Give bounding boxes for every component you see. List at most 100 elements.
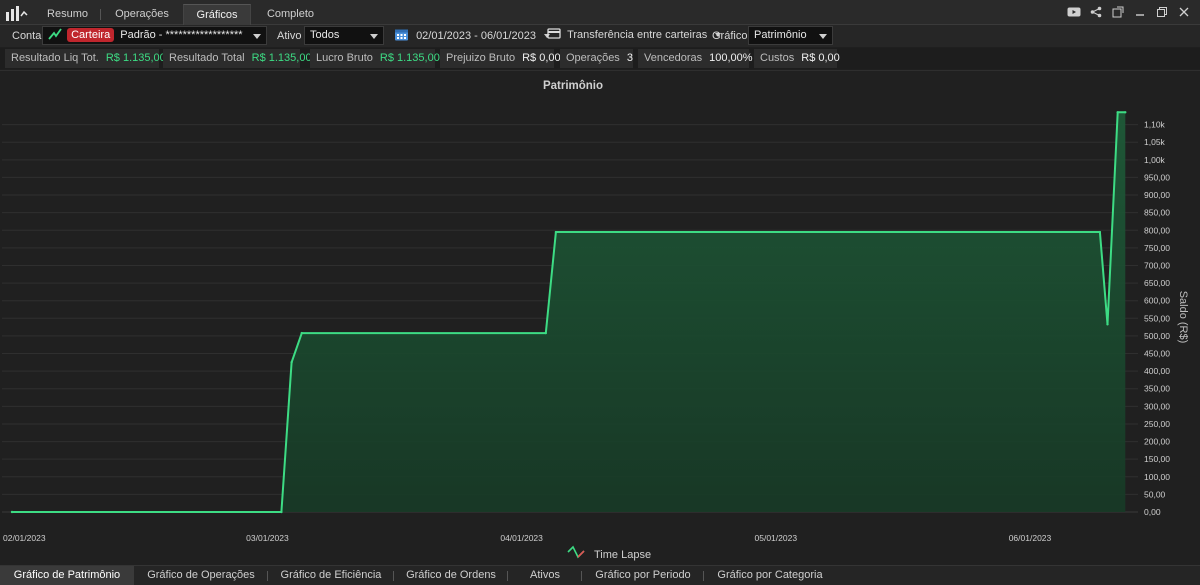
y-tick-label: 450,00 xyxy=(1144,349,1170,359)
stat-resultado-total: Resultado Total R$ 1.135,00 xyxy=(163,49,312,68)
popout-icon[interactable] xyxy=(1108,3,1128,21)
stat-label: Resultado Liq Tot. xyxy=(11,52,99,64)
x-tick-label: 04/01/2023 xyxy=(500,533,543,543)
legend-line-accent-icon xyxy=(577,550,585,558)
restore-icon[interactable] xyxy=(1152,3,1172,21)
y-tick-label: 0,00 xyxy=(1144,507,1161,517)
legend-line-icon xyxy=(567,545,585,559)
filter-toolbar: Conta Carteira Padrão - ****************… xyxy=(0,25,1200,47)
x-tick-label: 03/01/2023 xyxy=(246,533,289,543)
tab-grafico-eficiencia[interactable]: Gráfico de Eficiência xyxy=(268,566,394,585)
share-icon[interactable] xyxy=(1086,3,1106,21)
tab-grafico-periodo[interactable]: Gráfico por Periodo xyxy=(582,566,704,585)
summary-stats: Resultado Liq Tot. R$ 1.135,00 Resultado … xyxy=(0,48,1200,69)
transfer-button[interactable]: Transferência entre carteiras xyxy=(547,27,722,44)
date-range-picker[interactable]: 02/01/2023 - 06/01/2023 xyxy=(394,27,551,44)
data-point xyxy=(1106,323,1109,326)
chart-legend[interactable]: Time Lapse xyxy=(567,545,651,561)
date-range-value: 02/01/2023 - 06/01/2023 xyxy=(416,30,536,42)
y-tick-label: 50,00 xyxy=(1144,489,1166,499)
y-tick-label: 1,10k xyxy=(1144,120,1166,130)
stat-lucro-bruto: Lucro Bruto R$ 1.135,00 xyxy=(310,49,440,68)
x-tick-label: 02/01/2023 xyxy=(3,533,46,543)
tab-grafico-operacoes[interactable]: Gráfico de Operações xyxy=(134,566,268,585)
account-value: Padrão - ****************** xyxy=(120,29,243,41)
y-tick-label: 350,00 xyxy=(1144,384,1170,394)
stat-value: R$ 1.135,00 xyxy=(379,52,440,64)
tab-resumo[interactable]: Resumo xyxy=(34,4,101,25)
stat-label: Prejuizo Bruto xyxy=(446,52,516,64)
y-tick-label: 1,00k xyxy=(1144,155,1166,165)
patrimonio-chart-panel: Patrimônio 0,00 50,00 100,00 150,00 200,00 25… xyxy=(0,70,1200,565)
ativo-value: Todos xyxy=(310,29,340,41)
y-tick-label: 600,00 xyxy=(1144,296,1170,306)
y-tick-label: 800,00 xyxy=(1144,225,1170,235)
data-point xyxy=(290,361,293,364)
grafico-select[interactable]: Patrimônio xyxy=(748,26,833,45)
y-tick-label: 900,00 xyxy=(1144,190,1170,200)
legend-label: Time Lapse xyxy=(594,549,651,561)
conta-label: Conta xyxy=(12,30,42,42)
stat-value: 3 xyxy=(626,52,633,64)
y-tick-label: 650,00 xyxy=(1144,278,1170,288)
area-fill xyxy=(12,112,1126,513)
stat-prejuizo-bruto: Prejuizo Bruto R$ 0,00 xyxy=(440,49,561,68)
stat-value: R$ 0,00 xyxy=(801,52,840,64)
minimize-icon[interactable] xyxy=(1130,3,1150,21)
stat-custos: Custos R$ 0,00 xyxy=(754,49,840,68)
data-point xyxy=(280,510,283,514)
stat-value: R$ 1.135,00 xyxy=(251,52,312,64)
stat-label: Vencedoras xyxy=(644,52,703,64)
tab-grafico-patrimonio[interactable]: Gráfico de Patrimônio xyxy=(0,566,134,585)
y-tick-label: 200,00 xyxy=(1144,437,1170,447)
data-point xyxy=(300,331,303,335)
y-tick-label: 850,00 xyxy=(1144,208,1170,218)
y-tick-label: 950,00 xyxy=(1144,172,1170,182)
tab-grafico-categoria[interactable]: Gráfico por Categoria xyxy=(704,566,836,585)
stat-value: 100,00% xyxy=(709,52,753,64)
wallet-icon xyxy=(547,28,561,39)
stat-vencedoras: Vencedoras 100,00% xyxy=(638,49,753,68)
video-icon[interactable] xyxy=(1064,3,1084,21)
window-controls xyxy=(1064,3,1194,21)
app-logo-icon xyxy=(6,6,28,21)
ativo-select[interactable]: Todos xyxy=(304,26,384,45)
close-icon[interactable] xyxy=(1174,3,1194,21)
chart-title: Patrimônio xyxy=(543,80,603,92)
y-tick-label: 550,00 xyxy=(1144,313,1170,323)
tab-graficos[interactable]: Gráficos xyxy=(183,4,251,25)
patrimonio-chart: Patrimônio 0,00 50,00 100,00 150,00 200,00 25… xyxy=(2,80,1189,561)
stat-label: Lucro Bruto xyxy=(316,52,373,64)
trend-icon xyxy=(48,28,62,40)
tab-grafico-ordens[interactable]: Gráfico de Ordens xyxy=(394,566,508,585)
data-point xyxy=(10,510,14,514)
data-point xyxy=(1098,230,1102,234)
carteira-badge: Carteira xyxy=(67,28,115,42)
tab-operacoes[interactable]: Operações xyxy=(101,4,183,25)
stat-resultado-liq-tot: Resultado Liq Tot. R$ 1.135,00 xyxy=(5,49,166,68)
stat-label: Operações xyxy=(566,52,620,64)
stat-label: Custos xyxy=(760,52,795,64)
tab-ativos[interactable]: Ativos xyxy=(508,566,582,585)
y-tick-label: 400,00 xyxy=(1144,366,1170,376)
stat-value: R$ 1.135,00 xyxy=(105,52,166,64)
title-bar: Resumo Operações Gráficos Completo xyxy=(0,0,1200,25)
ativo-label: Ativo xyxy=(277,30,302,42)
chevron-down-icon xyxy=(819,34,827,39)
tab-completo[interactable]: Completo xyxy=(251,4,330,25)
account-select[interactable]: Carteira Padrão - ****************** xyxy=(42,26,267,45)
y-tick-label: 1,05k xyxy=(1144,137,1166,147)
chart-area-series xyxy=(10,111,1127,514)
data-point xyxy=(544,331,547,335)
y-axis-ticks: 0,00 50,00 100,00 150,00 200,00 250,00 300,00 3… xyxy=(1144,120,1170,517)
data-point xyxy=(1124,111,1127,114)
y-tick-label: 700,00 xyxy=(1144,260,1170,270)
main-tabs: Resumo Operações Gráficos Completo xyxy=(34,4,330,25)
transfer-label: Transferência entre carteiras xyxy=(567,29,708,41)
y-tick-label: 100,00 xyxy=(1144,472,1170,482)
stat-operacoes: Operações 3 xyxy=(560,49,633,68)
x-tick-label: 06/01/2023 xyxy=(1009,533,1052,543)
grafico-label: Gráfico xyxy=(712,30,748,42)
chevron-down-icon xyxy=(253,34,261,39)
data-point xyxy=(554,230,558,234)
